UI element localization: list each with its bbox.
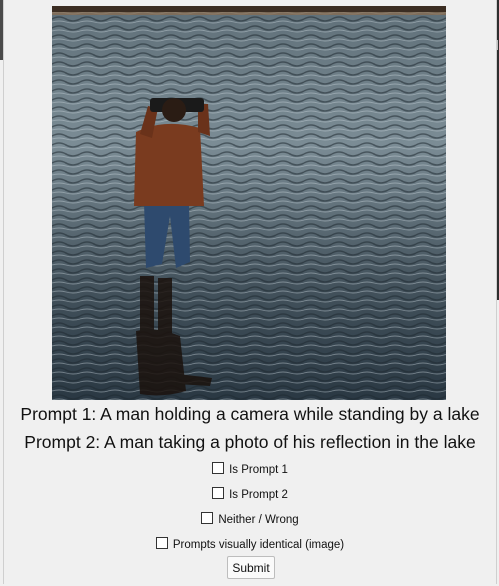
visually-identical-checkbox[interactable] bbox=[155, 537, 168, 549]
is-prompt-2-label: Is Prompt 2 bbox=[229, 489, 288, 501]
is-prompt-1-checkbox[interactable] bbox=[212, 462, 225, 474]
is-prompt-2-checkbox[interactable] bbox=[212, 487, 225, 499]
neither-wrong-checkbox[interactable] bbox=[201, 512, 214, 524]
option-visually-identical[interactable]: Prompts visually identical (image) bbox=[4, 537, 496, 551]
submit-button[interactable]: Submit bbox=[227, 556, 275, 579]
lake-photo bbox=[52, 6, 446, 400]
prompt-1-text: Prompt 1: A man holding a camera while s… bbox=[20, 404, 480, 424]
option-is-prompt-1[interactable]: Is Prompt 1 bbox=[4, 462, 496, 476]
option-neither-wrong[interactable]: Neither / Wrong bbox=[4, 512, 496, 526]
is-prompt-1-label: Is Prompt 1 bbox=[229, 464, 288, 476]
neither-wrong-label: Neither / Wrong bbox=[218, 514, 299, 526]
visually-identical-label: Prompts visually identical (image) bbox=[172, 539, 345, 551]
evaluation-dialog: Prompt 1: A man holding a camera while s… bbox=[3, 0, 497, 584]
prompt-2-text: Prompt 2: A man taking a photo of his re… bbox=[24, 432, 476, 452]
option-is-prompt-2[interactable]: Is Prompt 2 bbox=[4, 487, 496, 501]
